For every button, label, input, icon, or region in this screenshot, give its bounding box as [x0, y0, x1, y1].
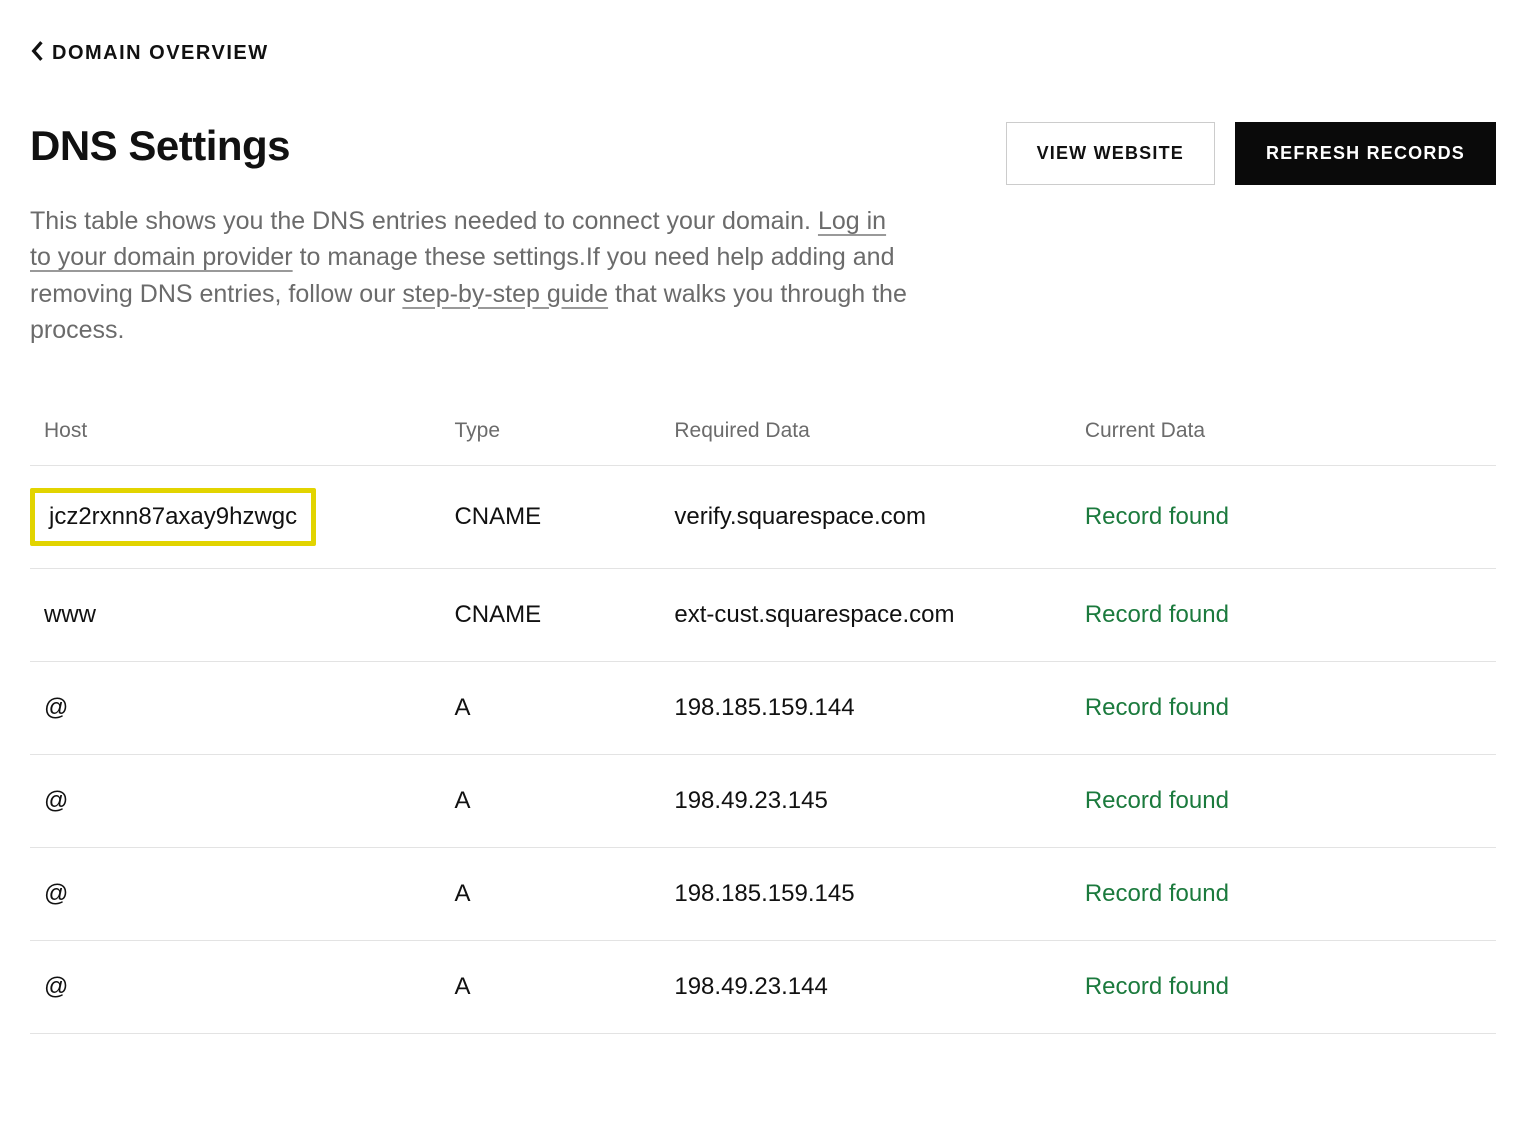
page-title: DNS Settings: [30, 122, 290, 170]
refresh-records-button[interactable]: REFRESH RECORDS: [1235, 122, 1496, 185]
table-row: @A198.49.23.144Record found: [30, 941, 1496, 1034]
cell-current-data: Record found: [1071, 941, 1496, 1034]
cell-type: A: [440, 662, 660, 755]
header-buttons: VIEW WEBSITE REFRESH RECORDS: [1006, 122, 1496, 185]
table-row: @A198.185.159.145Record found: [30, 848, 1496, 941]
header-row: DNS Settings VIEW WEBSITE REFRESH RECORD…: [30, 122, 1496, 185]
table-row: wwwCNAMEext-cust.squarespace.comRecord f…: [30, 569, 1496, 662]
cell-required-data: verify.squarespace.com: [660, 466, 1070, 569]
cell-type: A: [440, 755, 660, 848]
table-row: jcz2rxnn87axay9hzwgc CNAMEverify.squaresp…: [30, 466, 1496, 569]
highlighted-host: jcz2rxnn87axay9hzwgc: [30, 488, 316, 546]
chevron-left-icon: [30, 40, 44, 67]
cell-required-data: 198.185.159.144: [660, 662, 1070, 755]
breadcrumb-back[interactable]: DOMAIN OVERVIEW: [30, 40, 269, 67]
cell-required-data: 198.185.159.145: [660, 848, 1070, 941]
cell-type: A: [440, 941, 660, 1034]
page-description: This table shows you the DNS entries nee…: [30, 203, 910, 348]
table-header-required: Required Data: [660, 403, 1070, 466]
cell-current-data: Record found: [1071, 848, 1496, 941]
cell-required-data: 198.49.23.145: [660, 755, 1070, 848]
cell-host: @: [30, 941, 440, 1034]
cell-host: @: [30, 755, 440, 848]
cell-current-data: Record found: [1071, 755, 1496, 848]
table-header-current: Current Data: [1071, 403, 1496, 466]
description-text: This table shows you the DNS entries nee…: [30, 207, 818, 235]
table-header-type: Type: [440, 403, 660, 466]
cell-type: CNAME: [440, 569, 660, 662]
cell-current-data: Record found: [1071, 466, 1496, 569]
table-row: @A198.185.159.144Record found: [30, 662, 1496, 755]
cell-type: CNAME: [440, 466, 660, 569]
cell-host: jcz2rxnn87axay9hzwgc: [30, 466, 440, 569]
cell-required-data: ext-cust.squarespace.com: [660, 569, 1070, 662]
cell-host: www: [30, 569, 440, 662]
step-by-step-guide-link[interactable]: step-by-step guide: [402, 280, 608, 308]
cell-host: @: [30, 848, 440, 941]
table-header-host: Host: [30, 403, 440, 466]
cell-type: A: [440, 848, 660, 941]
view-website-button[interactable]: VIEW WEBSITE: [1006, 122, 1215, 185]
breadcrumb-label: DOMAIN OVERVIEW: [52, 42, 269, 65]
table-row: @A198.49.23.145Record found: [30, 755, 1496, 848]
dns-records-table: Host Type Required Data Current Data jcz…: [30, 403, 1496, 1034]
cell-host: @: [30, 662, 440, 755]
cell-current-data: Record found: [1071, 662, 1496, 755]
cell-required-data: 198.49.23.144: [660, 941, 1070, 1034]
cell-current-data: Record found: [1071, 569, 1496, 662]
